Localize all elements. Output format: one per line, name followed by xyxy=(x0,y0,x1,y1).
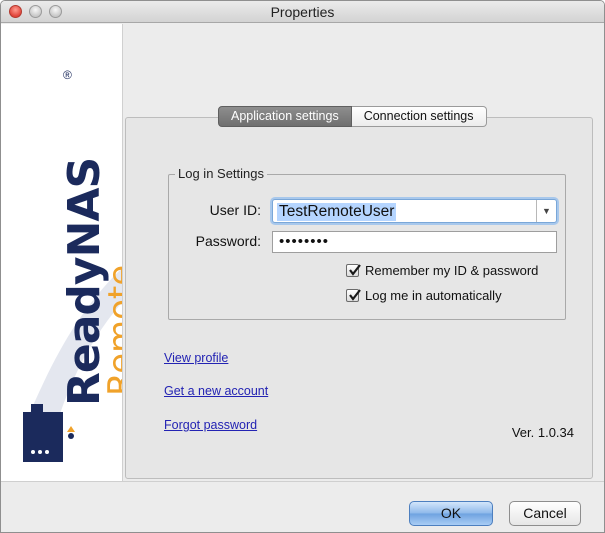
version-text: Ver. 1.0.34 xyxy=(511,425,574,440)
user-id-label: User ID: xyxy=(209,202,261,218)
dialog-footer: OK Cancel xyxy=(1,481,604,532)
auto-login-row[interactable]: Log me in automatically xyxy=(346,288,502,303)
password-field[interactable]: •••••••• xyxy=(272,231,557,253)
group-legend: Log in Settings xyxy=(175,166,268,181)
forgot-password-link[interactable]: Forgot password xyxy=(164,418,257,432)
password-label: Password: xyxy=(195,233,261,249)
user-id-value: TestRemoteUser xyxy=(277,203,397,221)
view-profile-link[interactable]: View profile xyxy=(164,351,228,365)
auto-login-label: Log me in automatically xyxy=(365,288,502,303)
chevron-down-icon[interactable]: ▼ xyxy=(536,200,556,222)
tab-connection-settings[interactable]: Connection settings xyxy=(351,106,487,127)
brand-sidebar: ReadyNAS ® Remote xyxy=(1,24,123,481)
properties-window: Properties ReadyNAS ® Remote Log in Sett… xyxy=(0,0,605,533)
content-area: Log in Settings User ID: TestRemoteUser … xyxy=(123,24,604,481)
new-account-link[interactable]: Get a new account xyxy=(164,384,268,398)
title-bar: Properties xyxy=(1,1,604,23)
checkmark-icon xyxy=(349,289,361,301)
remember-me-row[interactable]: Remember my ID & password xyxy=(346,263,538,278)
tab-application-settings[interactable]: Application settings xyxy=(218,106,352,127)
nas-device-icon xyxy=(23,404,75,462)
ok-button[interactable]: OK xyxy=(409,501,493,526)
window-title: Properties xyxy=(270,4,335,20)
checkmark-icon xyxy=(349,264,361,276)
cancel-button[interactable]: Cancel xyxy=(509,501,581,526)
registered-mark: ® xyxy=(63,68,72,82)
remember-label: Remember my ID & password xyxy=(365,263,539,278)
settings-panel: Log in Settings User ID: TestRemoteUser … xyxy=(125,117,593,479)
user-id-combobox[interactable]: TestRemoteUser ▼ xyxy=(272,199,557,223)
brand-sub-text: Remote xyxy=(101,264,123,396)
password-value: •••••••• xyxy=(279,233,330,250)
auto-login-checkbox[interactable] xyxy=(346,289,361,302)
settings-tabs: Application settings Connection settings xyxy=(218,106,487,127)
login-settings-group: Log in Settings User ID: TestRemoteUser … xyxy=(168,166,566,320)
remember-checkbox[interactable] xyxy=(346,264,361,277)
